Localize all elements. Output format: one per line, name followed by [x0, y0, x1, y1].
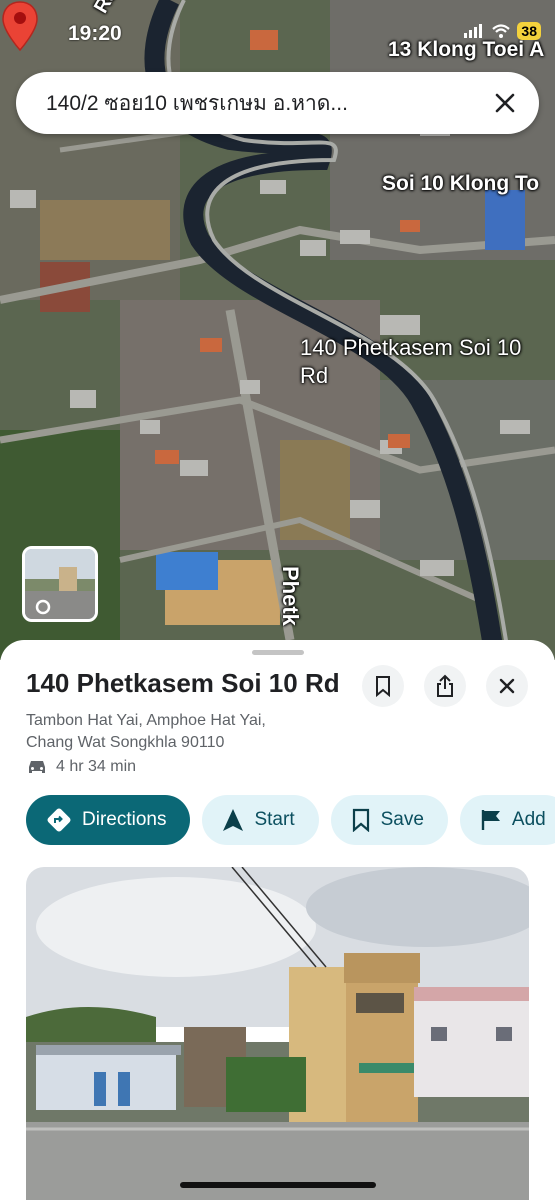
place-address: Tambon Hat Yai, Amphoe Hat Yai, Chang Wa… — [26, 710, 386, 754]
save-label: Save — [380, 809, 424, 830]
status-icons: 38 — [463, 22, 541, 40]
map-label-phetk: Phetk — [278, 566, 303, 626]
address-line-2: Chang Wat Songkhla 90110 — [26, 734, 225, 751]
search-query[interactable]: 140/2 ซอย10 เพชรเกษม อ.หาด... — [46, 87, 466, 120]
share-button[interactable] — [424, 665, 466, 707]
street-view-icon — [25, 549, 95, 619]
sheet-drag-handle[interactable] — [252, 650, 304, 655]
battery-indicator: 38 — [517, 22, 541, 40]
drive-time-text: 4 hr 34 min — [56, 758, 137, 775]
bookmark-icon — [352, 808, 369, 832]
home-indicator[interactable] — [180, 1182, 376, 1188]
add-label: Add — [511, 809, 546, 830]
start-label: Start — [254, 809, 295, 830]
save-button[interactable]: Save — [330, 795, 448, 845]
action-chips: Directions Start Save Add — [26, 795, 555, 845]
map-pin-icon[interactable] — [0, 0, 40, 52]
wifi-icon — [492, 24, 511, 38]
close-sheet-button[interactable] — [486, 665, 528, 707]
bookmark-icon — [376, 676, 390, 697]
navigation-arrow-icon — [223, 809, 244, 831]
car-icon — [29, 761, 45, 773]
street-photo — [26, 867, 529, 1200]
close-icon[interactable] — [489, 87, 521, 119]
start-button[interactable]: Start — [202, 795, 319, 845]
map-label-soi-10: Soi 10 Klong To — [382, 172, 540, 195]
directions-label: Directions — [82, 809, 167, 830]
directions-button[interactable]: Directions — [26, 795, 191, 845]
save-icon-button[interactable] — [362, 665, 404, 707]
street-view-thumbnail[interactable] — [22, 546, 98, 622]
directions-icon — [47, 808, 71, 832]
flag-icon — [481, 810, 500, 830]
drive-time: 4 hr 34 min — [26, 758, 136, 776]
share-icon — [437, 674, 453, 697]
add-label-button[interactable]: Add — [459, 795, 555, 845]
status-time: 19:20 — [68, 22, 122, 45]
address-line-1: Tambon Hat Yai, Amphoe Hat Yai, — [26, 712, 266, 729]
pin-label[interactable]: 140 Phetkasem Soi 10 Rd — [300, 334, 540, 390]
map-label-klong-toei: 13 Klong Toei A — [388, 38, 545, 61]
place-title: 140 Phetkasem Soi 10 Rd — [26, 668, 340, 698]
search-bar[interactable]: 140/2 ซอย10 เพชรเกษม อ.หาด... — [16, 72, 539, 134]
signal-icon — [464, 24, 483, 38]
place-photo[interactable] — [26, 867, 529, 1200]
close-icon — [499, 678, 515, 694]
